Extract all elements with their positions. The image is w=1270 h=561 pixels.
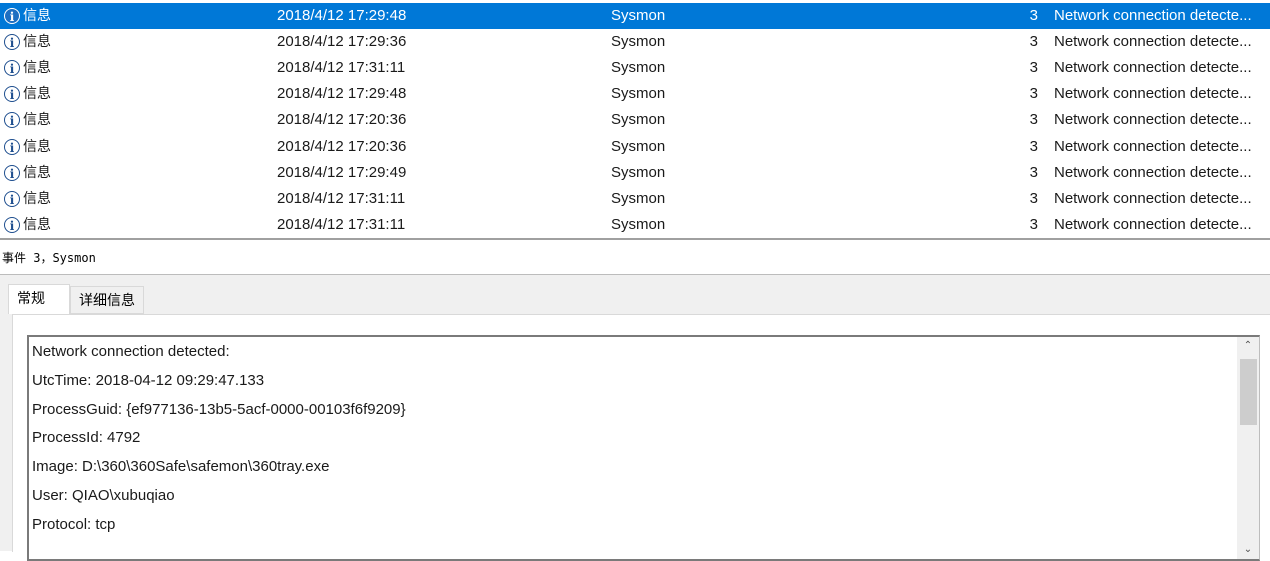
- event-row[interactable]: i 信息 2018/4/12 17:29:48 Sysmon 3 Network conn…: [0, 81, 1270, 107]
- level-cell: i 信息: [4, 81, 51, 107]
- scroll-thumb[interactable]: [1240, 359, 1257, 425]
- event-id-cell: 3: [1029, 137, 1038, 155]
- level-label: 信息: [23, 60, 51, 77]
- source-cell: Sysmon: [611, 59, 666, 77]
- event-row[interactable]: i 信息 2018/4/12 17:29:36 Sysmon 3 Network conn…: [0, 29, 1270, 55]
- date-cell: 2018/4/12 17:29:48: [277, 7, 407, 24]
- date-cell: 2018/4/12 17:31:11: [277, 59, 406, 77]
- scroll-down-arrow-icon[interactable]: ⌄: [1237, 541, 1259, 559]
- info-icon: i: [4, 60, 20, 77]
- detail-line: User: QIAO\xubuqiao: [32, 487, 175, 504]
- event-id-cell: 3: [1029, 7, 1038, 24]
- info-icon: i: [4, 164, 20, 181]
- detail-line: Network connection detected:: [32, 343, 230, 360]
- info-icon: i: [4, 138, 20, 155]
- source-cell: Sysmon: [611, 215, 666, 233]
- event-row[interactable]: i 信息 2018/4/12 17:31:11 Sysmon 3 Network conn…: [0, 212, 1270, 238]
- source-cell: Sysmon: [611, 33, 666, 51]
- event-id-cell: 3: [1029, 215, 1038, 233]
- event-row[interactable]: i 信息 2018/4/12 17:31:11 Sysmon 3 Network conn…: [0, 55, 1270, 81]
- event-id-cell: 3: [1029, 189, 1038, 207]
- general-tab-panel: ⌃ ⌄ Network connection detected: UtcTime:…: [12, 314, 1270, 561]
- level-label: 信息: [23, 164, 51, 181]
- event-id-cell: 3: [1029, 85, 1038, 103]
- event-title: 事件 3，Sysmon: [2, 251, 96, 265]
- event-header: 事件 3，Sysmon: [0, 241, 1270, 275]
- tab-details[interactable]: 详细信息: [70, 286, 144, 314]
- level-label: 信息: [23, 86, 51, 103]
- task-category-cell: Network connection detecte...: [1054, 137, 1252, 155]
- source-cell: Sysmon: [611, 137, 666, 155]
- detail-line: Image: D:\360\360Safe\safemon\360tray.ex…: [32, 458, 330, 476]
- date-cell: 2018/4/12 17:29:36: [277, 33, 407, 51]
- level-cell: i 信息: [4, 3, 51, 29]
- info-icon: i: [4, 112, 20, 129]
- task-category-cell: Network connection detecte...: [1054, 111, 1252, 129]
- tab-general[interactable]: 常规: [8, 284, 70, 314]
- level-cell: i 信息: [4, 134, 51, 160]
- detail-line: UtcTime: 2018-04-12 09:29:47.133: [32, 371, 265, 389]
- task-category-cell: Network connection detecte...: [1054, 85, 1252, 103]
- info-icon: i: [4, 86, 20, 103]
- date-cell: 2018/4/12 17:31:11: [277, 189, 406, 207]
- scroll-up-arrow-icon[interactable]: ⌃: [1237, 337, 1259, 355]
- pane-splitter[interactable]: [0, 238, 1270, 240]
- source-cell: Sysmon: [611, 7, 666, 24]
- info-icon: i: [4, 216, 20, 233]
- event-id-cell: 3: [1029, 59, 1038, 77]
- date-cell: 2018/4/12 17:29:48: [277, 85, 407, 103]
- event-properties-pane: 常规 详细信息 ⌃ ⌄ Network connection detected:…: [0, 275, 1270, 561]
- detail-line: ProcessId: 4792: [32, 429, 141, 447]
- event-id-cell: 3: [1029, 111, 1038, 129]
- level-cell: i 信息: [4, 107, 51, 133]
- level-cell: i 信息: [4, 160, 51, 186]
- level-label: 信息: [23, 216, 51, 233]
- source-cell: Sysmon: [611, 85, 666, 103]
- level-label: 信息: [23, 190, 51, 207]
- info-icon: i: [4, 34, 20, 51]
- source-cell: Sysmon: [611, 163, 666, 181]
- event-row[interactable]: i 信息 2018/4/12 17:29:49 Sysmon 3 Network conn…: [0, 160, 1270, 186]
- source-cell: Sysmon: [611, 111, 666, 129]
- level-label: 信息: [23, 138, 51, 155]
- level-cell: i 信息: [4, 186, 51, 212]
- date-cell: 2018/4/12 17:20:36: [277, 111, 407, 129]
- task-category-cell: Network connection detecte...: [1054, 163, 1252, 181]
- level-cell: i 信息: [4, 55, 51, 81]
- level-label: 信息: [23, 112, 51, 129]
- event-id-cell: 3: [1029, 163, 1038, 181]
- source-cell: Sysmon: [611, 189, 666, 207]
- detail-line: ProcessGuid: {ef977136-13b5-5acf-0000-00…: [32, 400, 406, 418]
- event-row[interactable]: i 信息 2018/4/12 17:29:48 Sysmon 3 Network conn…: [0, 3, 1270, 29]
- info-icon: i: [4, 8, 20, 24]
- task-category-cell: Network connection detecte...: [1054, 189, 1252, 207]
- task-category-cell: Network connection detecte...: [1054, 59, 1252, 77]
- level-label: 信息: [23, 34, 51, 51]
- event-list[interactable]: i 信息 2018/4/12 17:29:48 Sysmon 3 Network conn…: [0, 0, 1270, 238]
- info-icon: i: [4, 190, 20, 207]
- date-cell: 2018/4/12 17:29:49: [277, 163, 407, 181]
- task-category-cell: Network connection detecte...: [1054, 215, 1252, 233]
- event-row[interactable]: i 信息 2018/4/12 17:20:36 Sysmon 3 Network conn…: [0, 107, 1270, 133]
- level-cell: i 信息: [4, 212, 51, 238]
- vertical-scrollbar[interactable]: ⌃ ⌄: [1237, 337, 1259, 559]
- event-description-box[interactable]: ⌃ ⌄ Network connection detected: UtcTime:…: [27, 335, 1260, 561]
- level-cell: i 信息: [4, 29, 51, 55]
- date-cell: 2018/4/12 17:20:36: [277, 137, 407, 155]
- event-id-cell: 3: [1029, 33, 1038, 51]
- event-row[interactable]: i 信息 2018/4/12 17:31:11 Sysmon 3 Network conn…: [0, 186, 1270, 212]
- task-category-cell: Network connection detecte...: [1054, 7, 1252, 24]
- detail-line: Protocol: tcp: [32, 515, 116, 533]
- level-label: 信息: [23, 8, 51, 24]
- date-cell: 2018/4/12 17:31:11: [277, 215, 406, 233]
- event-row[interactable]: i 信息 2018/4/12 17:20:36 Sysmon 3 Network conn…: [0, 134, 1270, 160]
- task-category-cell: Network connection detecte...: [1054, 33, 1252, 51]
